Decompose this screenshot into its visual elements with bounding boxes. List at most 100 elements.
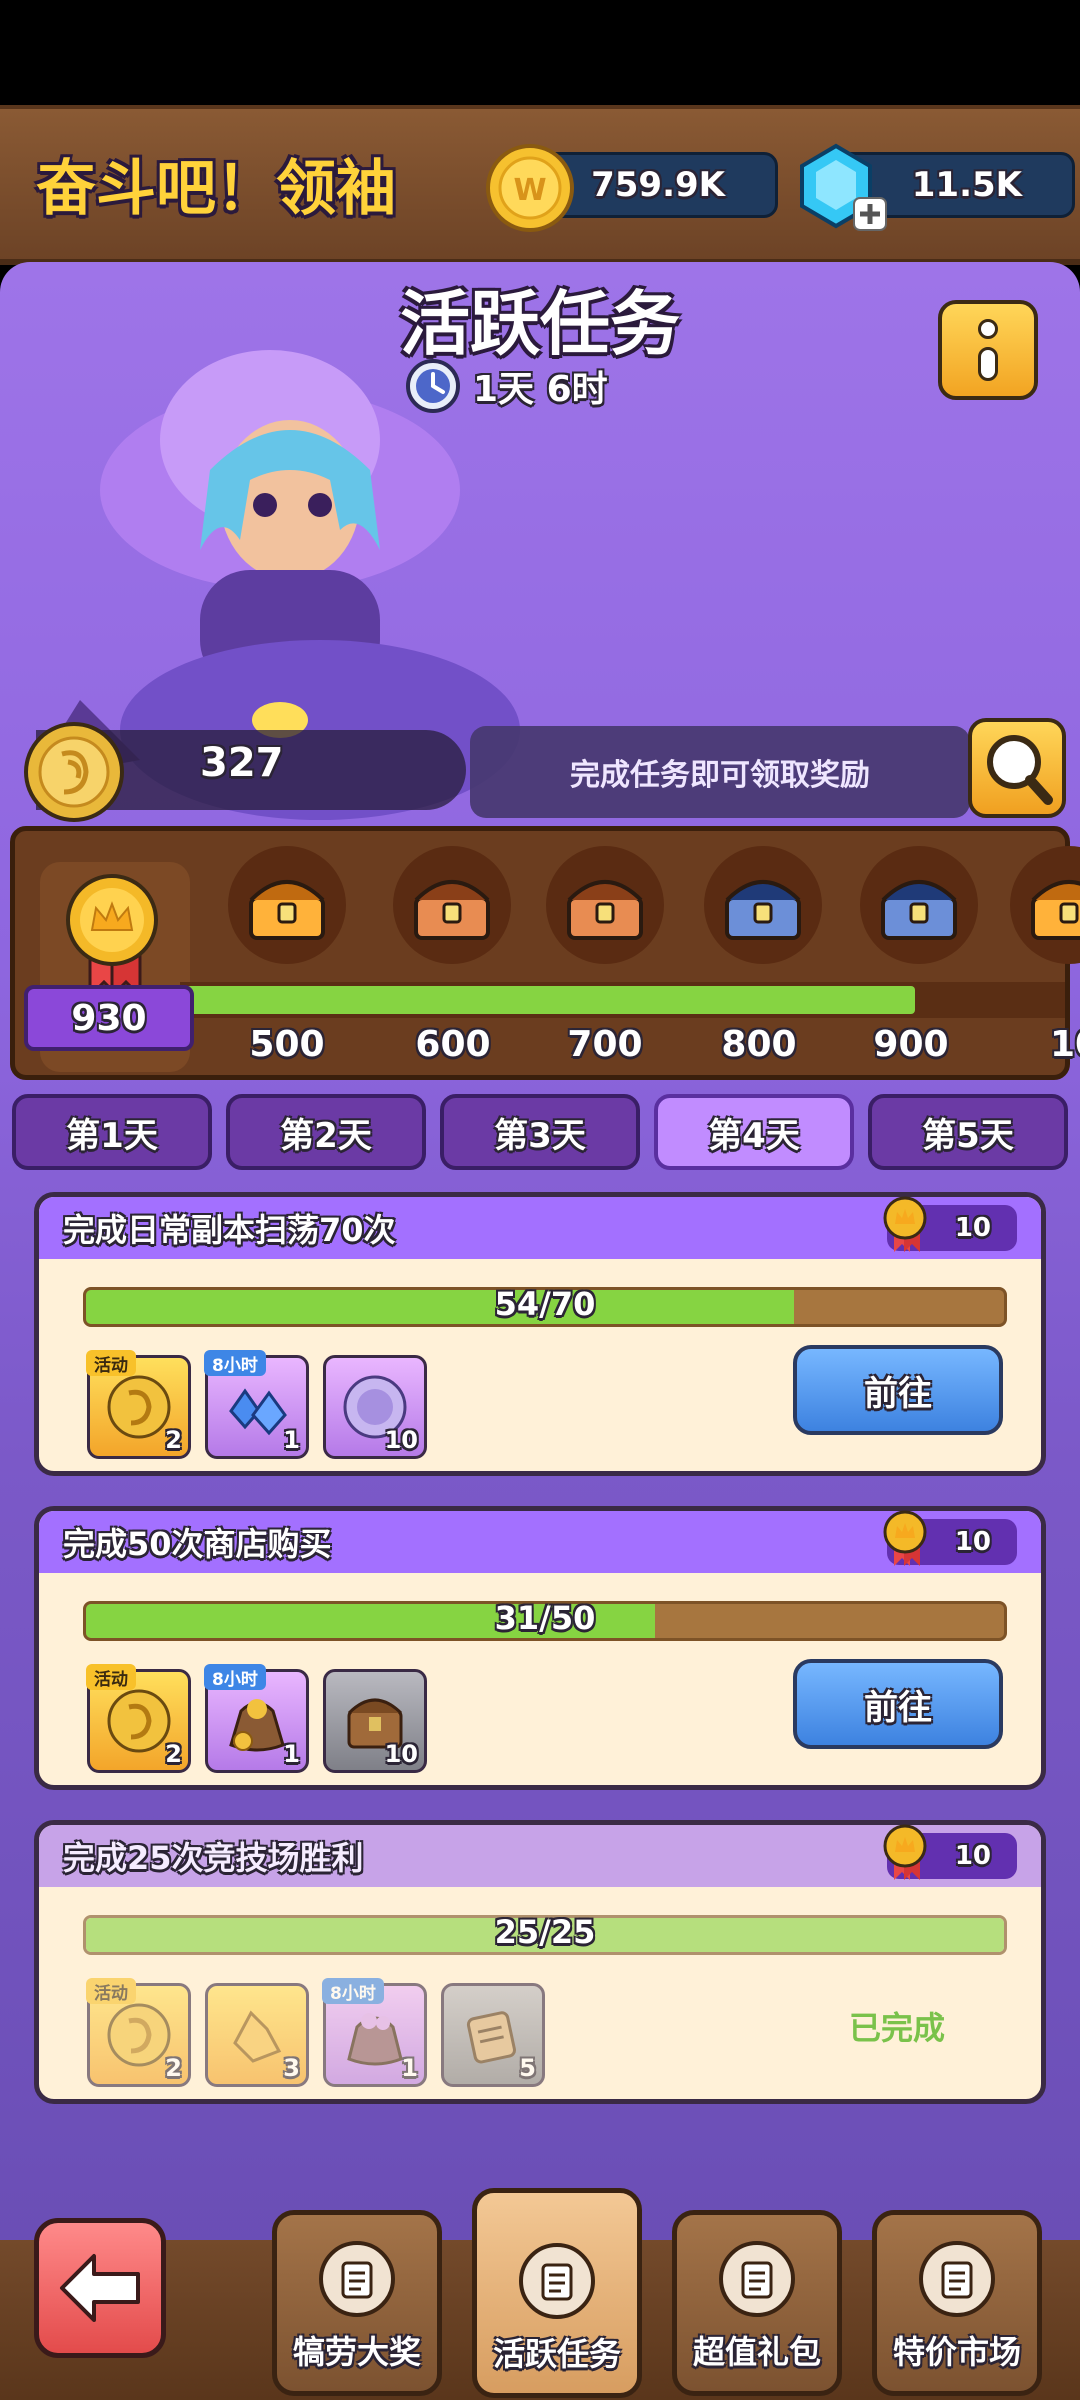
- gold-bag-icon: [229, 1699, 285, 1752]
- reward-tag: 8小时: [204, 1350, 266, 1376]
- nav-gift-box[interactable]: 超值礼包: [672, 2210, 842, 2396]
- completed-label: 已完成: [848, 2009, 945, 2047]
- milestone-value: 900: [873, 1024, 949, 1065]
- milestone-chest[interactable]: [704, 846, 822, 964]
- go-button[interactable]: 前往: [793, 1659, 1003, 1749]
- task-rewards: 活动 2 8小时 1 10: [86, 1350, 427, 1459]
- milestone-value: 700: [567, 1024, 643, 1065]
- treasure-chest-icon: [881, 880, 957, 940]
- reward-item[interactable]: 活动 2: [86, 1664, 191, 1773]
- nav-clipboard[interactable]: 活跃任务: [472, 2188, 642, 2398]
- task-progress-text: 25/25: [494, 1913, 596, 1951]
- go-button-label: 前往: [864, 1687, 932, 1728]
- milestone-chest[interactable]: [860, 846, 978, 964]
- go-button[interactable]: 前往: [793, 1345, 1003, 1435]
- reward-item[interactable]: 10: [323, 1669, 427, 1773]
- gem-icon: [800, 143, 887, 231]
- purple-bag-icon: [347, 2013, 403, 2066]
- treasure-chest-icon: [1031, 880, 1080, 940]
- task-progress-text: 31/50: [494, 1599, 596, 1637]
- nav-label: 活跃任务: [492, 2335, 621, 2373]
- reward-count: 2: [165, 1740, 182, 1768]
- gold-coin-icon: W: [486, 144, 574, 232]
- progress-fill: [180, 986, 915, 1014]
- trophy-star-icon: [319, 2241, 395, 2317]
- back-arrow-icon: [60, 2254, 140, 2322]
- event-timer: 1天 6时: [405, 356, 608, 416]
- blue-crystals-icon: [229, 1388, 287, 1436]
- reward-item[interactable]: 活动 2: [86, 1978, 191, 2087]
- task-title: 完成25次竞技场胜利: [63, 1839, 364, 1877]
- task-medal-icon: [880, 1824, 930, 1886]
- reward-item[interactable]: 3: [205, 1983, 309, 2087]
- coin-amount: 759.9K: [591, 165, 725, 205]
- task-points: 10: [954, 1213, 991, 1243]
- reward-count: 10: [384, 1426, 418, 1454]
- clock-icon: [406, 359, 460, 413]
- treasure-chest-icon: [249, 880, 325, 940]
- day-tab-3[interactable]: 第3天: [440, 1094, 640, 1170]
- reward-count: 3: [283, 2054, 300, 2082]
- task-medal-icon: [880, 1510, 930, 1572]
- preview-button[interactable]: [968, 718, 1066, 818]
- activity-points: 327: [200, 740, 284, 786]
- day-tab-4[interactable]: 第4天: [654, 1094, 854, 1170]
- treasure-chest-icon: [414, 880, 490, 940]
- reward-tag: 活动: [86, 1978, 136, 2004]
- reward-item[interactable]: 活动 2: [86, 1350, 191, 1459]
- milestone-chest[interactable]: [393, 846, 511, 964]
- clipboard-icon: [519, 2243, 595, 2319]
- task-points: 10: [954, 1841, 991, 1871]
- activity-coin-icon: [24, 722, 124, 822]
- gem-amount: 11.5K: [911, 165, 1022, 205]
- reward-item[interactable]: 5: [441, 1983, 545, 2087]
- day-tab-5[interactable]: 第5天: [868, 1094, 1068, 1170]
- reward-tag: 活动: [86, 1350, 136, 1376]
- reward-hint: 完成任务即可领取奖励: [470, 726, 970, 818]
- info-icon: [978, 319, 998, 381]
- day-tab-1[interactable]: 第1天: [12, 1094, 212, 1170]
- reward-count: 2: [165, 1426, 182, 1454]
- svg-text:W: W: [513, 173, 546, 208]
- reward-item[interactable]: 8小时 1: [204, 1350, 309, 1459]
- task-title: 完成日常副本扫荡70次: [63, 1211, 396, 1249]
- nav-trophy-star[interactable]: 犒劳大奖: [272, 2210, 442, 2396]
- reward-tag: 8小时: [322, 1978, 384, 2004]
- task-medal-icon: [880, 1196, 930, 1258]
- milestone-value: 10: [1049, 1024, 1080, 1065]
- reward-item[interactable]: 8小时 1: [204, 1664, 309, 1773]
- nav-label: 犒劳大奖: [292, 2333, 421, 2371]
- event-title: 活跃任务: [400, 283, 680, 365]
- reward-count: 1: [283, 1740, 300, 1768]
- day-tab-2[interactable]: 第2天: [226, 1094, 426, 1170]
- medal-icon: [66, 874, 158, 1000]
- task-rewards: 活动 2 3 8小时 1 5: [86, 1978, 545, 2087]
- game-title: 奋斗吧！领袖: [36, 154, 396, 224]
- milestone-value: 500: [249, 1024, 325, 1065]
- reward-item[interactable]: 10: [323, 1355, 427, 1459]
- reward-count: 1: [401, 2054, 418, 2082]
- milestone-chest[interactable]: [546, 846, 664, 964]
- info-button[interactable]: [938, 300, 1038, 400]
- task-rewards: 活动 2 8小时 1 10: [86, 1664, 427, 1773]
- magnifier-icon: [987, 735, 1053, 805]
- reward-tag: 活动: [86, 1664, 136, 1690]
- treasure-chest-icon: [725, 880, 801, 940]
- milestone-chest[interactable]: [228, 846, 346, 964]
- nav-label: 特价市场: [892, 2333, 1021, 2371]
- reward-count: 5: [519, 2054, 536, 2082]
- shop-icon: [919, 2241, 995, 2317]
- reward-count: 10: [384, 1740, 418, 1768]
- status-bar: [0, 0, 1080, 105]
- reward-count: 2: [165, 2054, 182, 2082]
- task-points: 10: [954, 1527, 991, 1557]
- milestone-value: 800: [721, 1024, 797, 1065]
- task-title: 完成50次商店购买: [63, 1525, 332, 1563]
- reward-item[interactable]: 8小时 1: [322, 1978, 427, 2087]
- milestone-value: 600: [415, 1024, 491, 1065]
- timer-text: 1天 6时: [473, 369, 608, 410]
- task-progress-text: 54/70: [494, 1285, 596, 1323]
- treasure-chest-icon: [567, 880, 643, 940]
- nav-shop[interactable]: 特价市场: [872, 2210, 1042, 2396]
- back-button[interactable]: [34, 2218, 166, 2358]
